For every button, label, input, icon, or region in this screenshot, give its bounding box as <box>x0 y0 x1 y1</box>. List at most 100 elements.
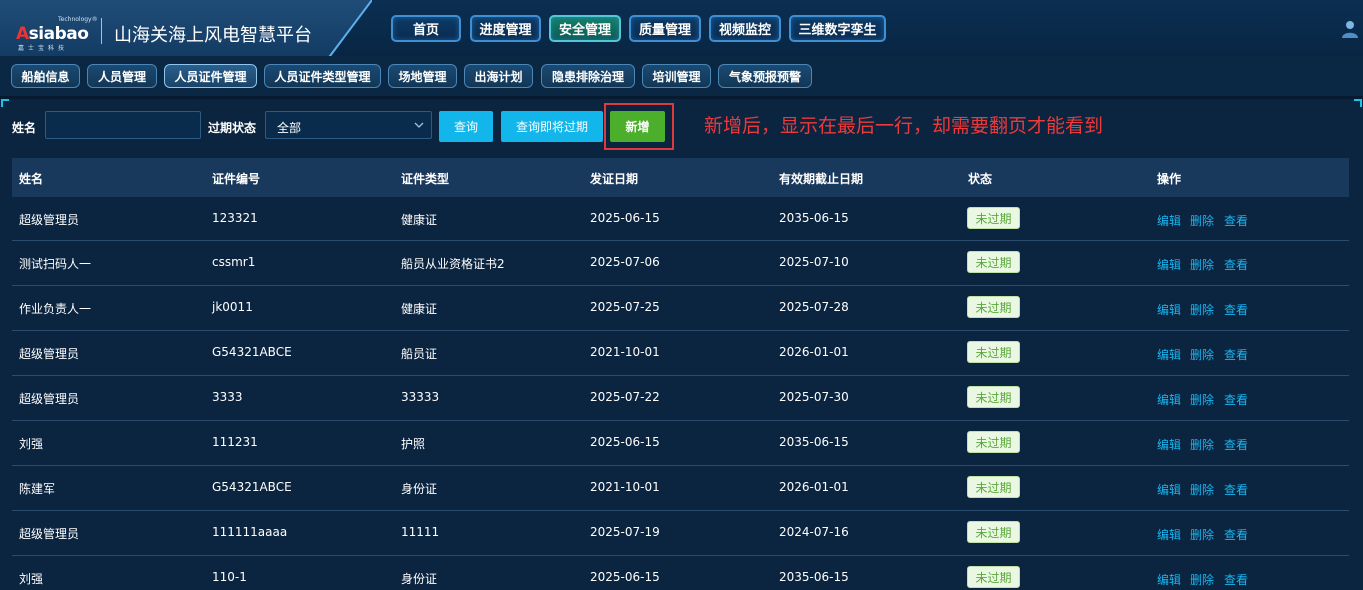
delete-link[interactable]: 删除 <box>1190 481 1214 498</box>
company-logo: Technology® Asiabao 嘉士宝科技 <box>14 14 98 52</box>
cell-cert-type: 33333 <box>401 390 440 404</box>
delete-link[interactable]: 删除 <box>1190 436 1214 453</box>
panel-corner-tr <box>1354 99 1362 107</box>
view-link[interactable]: 查看 <box>1224 526 1248 543</box>
subnav-sea-plan[interactable]: 出海计划 <box>464 64 533 88</box>
cell-expiry-date: 2035-06-15 <box>779 211 849 225</box>
subnav-personnel[interactable]: 人员管理 <box>87 64 157 88</box>
table-row: 超级管理员 123321 健康证 2025-06-15 2035-06-15 未过期 编辑删… <box>12 197 1349 241</box>
edit-link[interactable]: 编辑 <box>1157 212 1181 229</box>
edit-link[interactable]: 编辑 <box>1157 346 1181 363</box>
status-badge: 未过期 <box>967 521 1020 543</box>
cell-expiry-date: 2035-06-15 <box>779 570 849 584</box>
edit-link[interactable]: 编辑 <box>1157 436 1181 453</box>
cell-expiry-date: 2026-01-01 <box>779 480 849 494</box>
cell-issue-date: 2021-10-01 <box>590 480 660 494</box>
logo-subtext: 嘉士宝科技 <box>18 45 69 52</box>
nav-video[interactable]: 视频监控 <box>709 15 781 42</box>
cell-issue-date: 2025-07-22 <box>590 390 660 404</box>
status-badge: 未过期 <box>967 566 1020 588</box>
cell-issue-date: 2025-06-15 <box>590 435 660 449</box>
header-issue-date: 发证日期 <box>590 172 639 186</box>
view-link[interactable]: 查看 <box>1224 391 1248 408</box>
cell-issue-date: 2025-07-19 <box>590 525 660 539</box>
delete-link[interactable]: 删除 <box>1190 391 1214 408</box>
cell-expiry-date: 2025-07-30 <box>779 390 849 404</box>
cell-name: 测试扫码人一 <box>19 257 92 271</box>
header-cert-type: 证件类型 <box>401 172 450 186</box>
subnav-sites[interactable]: 场地管理 <box>388 64 457 88</box>
header-cert-no: 证件编号 <box>212 172 261 186</box>
view-link[interactable]: 查看 <box>1224 256 1248 273</box>
table-row: 超级管理员 111111aaaa 11111 2025-07-19 2024-07-16… <box>12 511 1349 556</box>
view-link[interactable]: 查看 <box>1224 212 1248 229</box>
cell-cert-no: 3333 <box>212 390 243 404</box>
delete-link[interactable]: 删除 <box>1190 526 1214 543</box>
platform-title: 山海关海上风电智慧平台 <box>114 25 312 46</box>
table-row: 作业负责人一 jk0011 健康证 2025-07-25 2025-07-28 未过期 编辑… <box>12 286 1349 331</box>
table-row: 陈建军 G54321ABCE 身份证 2021-10-01 2026-01-01 未过期 编… <box>12 466 1349 511</box>
subnav-certificate-types[interactable]: 人员证件类型管理 <box>264 64 381 88</box>
cell-issue-date: 2025-07-06 <box>590 255 660 269</box>
cell-cert-no: 111111aaaa <box>212 525 288 539</box>
view-link[interactable]: 查看 <box>1224 436 1248 453</box>
query-button[interactable]: 查询 <box>439 111 493 142</box>
sub-nav: 船舶信息 人员管理 人员证件管理 人员证件类型管理 场地管理 出海计划 隐患排除… <box>0 56 1363 96</box>
nav-progress[interactable]: 进度管理 <box>470 15 541 42</box>
cell-cert-no: cssmr1 <box>212 255 256 269</box>
header-expiry-date: 有效期截止日期 <box>779 172 864 186</box>
header-status: 状态 <box>968 172 993 186</box>
view-link[interactable]: 查看 <box>1224 481 1248 498</box>
subnav-personnel-certificates[interactable]: 人员证件管理 <box>164 64 257 88</box>
cell-issue-date: 2025-07-25 <box>590 300 660 314</box>
cell-cert-type: 船员从业资格证书2 <box>401 257 505 271</box>
subnav-weather-warning[interactable]: 气象预报预警 <box>718 64 812 88</box>
table-row: 刘强 111231 护照 2025-06-15 2035-06-15 未过期 编辑 删除 查看 <box>12 421 1349 466</box>
edit-link[interactable]: 编辑 <box>1157 391 1181 408</box>
chevron-down-icon <box>414 122 424 128</box>
nav-safety[interactable]: 安全管理 <box>549 15 621 42</box>
edit-link[interactable]: 编辑 <box>1157 256 1181 273</box>
cell-name: 刘强 <box>19 437 44 451</box>
annotation-highlight-box <box>604 103 674 150</box>
view-link[interactable]: 查看 <box>1224 346 1248 363</box>
cell-expiry-date: 2025-07-10 <box>779 255 849 269</box>
delete-link[interactable]: 删除 <box>1190 571 1214 588</box>
status-badge: 未过期 <box>967 476 1020 498</box>
nav-home[interactable]: 首页 <box>391 15 461 42</box>
edit-link[interactable]: 编辑 <box>1157 481 1181 498</box>
edit-link[interactable]: 编辑 <box>1157 571 1181 588</box>
cell-expiry-date: 2035-06-15 <box>779 435 849 449</box>
view-link[interactable]: 查看 <box>1224 301 1248 318</box>
status-badge: 未过期 <box>967 251 1020 273</box>
edit-link[interactable]: 编辑 <box>1157 526 1181 543</box>
subnav-hazard-control[interactable]: 隐患排除治理 <box>541 64 635 88</box>
logo-tech-text: Technology® <box>58 16 98 23</box>
cell-name: 陈建军 <box>19 482 56 496</box>
subnav-vessel-info[interactable]: 船舶信息 <box>11 64 80 88</box>
cell-cert-no: 123321 <box>212 211 258 225</box>
user-icon[interactable] <box>1338 18 1360 40</box>
delete-link[interactable]: 删除 <box>1190 301 1214 318</box>
cell-expiry-date: 2024-07-16 <box>779 525 849 539</box>
cell-cert-type: 健康证 <box>401 302 438 316</box>
status-badge: 未过期 <box>967 386 1020 408</box>
expiry-status-select[interactable]: 全部 <box>265 111 432 139</box>
delete-link[interactable]: 删除 <box>1190 212 1214 229</box>
nav-quality[interactable]: 质量管理 <box>629 15 701 42</box>
nav-digital-twin[interactable]: 三维数字孪生 <box>789 15 886 42</box>
query-expiring-button[interactable]: 查询即将过期 <box>501 111 603 142</box>
app-header: Technology® Asiabao 嘉士宝科技 山海关海上风电智慧平台 首页… <box>0 0 1363 60</box>
subnav-training[interactable]: 培训管理 <box>642 64 711 88</box>
panel-corner-tl <box>1 99 9 107</box>
view-link[interactable]: 查看 <box>1224 571 1248 588</box>
logo-wordmark: Asiabao <box>16 24 89 44</box>
main-panel: 姓名 过期状态 全部 查询 查询即将过期 新增 新增后，显示在最后一行，却需要翻… <box>0 99 1363 590</box>
cell-cert-no: 110-1 <box>212 570 247 584</box>
delete-link[interactable]: 删除 <box>1190 346 1214 363</box>
table-header: 姓名 证件编号 证件类型 发证日期 有效期截止日期 状态 操作 <box>12 158 1349 197</box>
cell-cert-type: 船员证 <box>401 347 438 361</box>
name-filter-input[interactable] <box>45 111 201 139</box>
edit-link[interactable]: 编辑 <box>1157 301 1181 318</box>
delete-link[interactable]: 删除 <box>1190 256 1214 273</box>
